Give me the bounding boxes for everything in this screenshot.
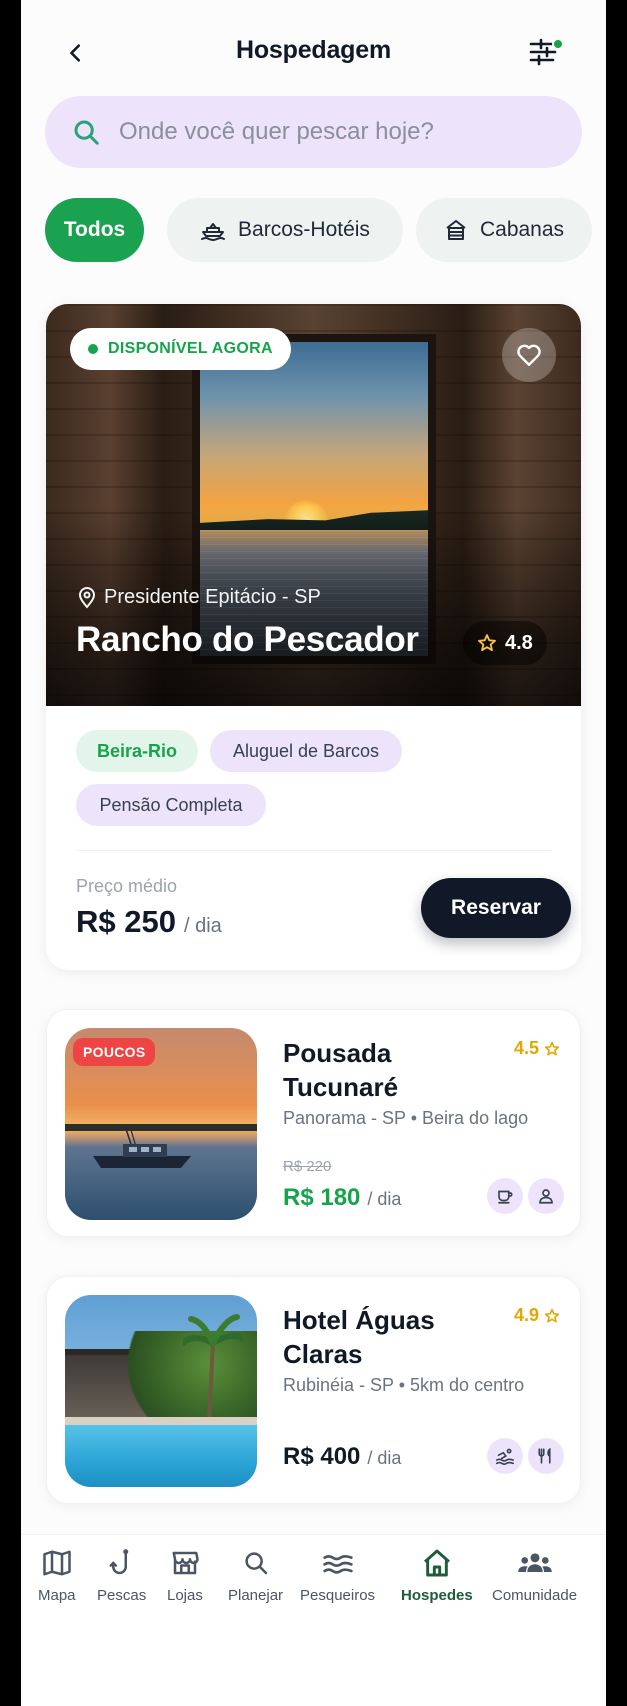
- rating-value: 4.8: [505, 631, 533, 654]
- nav-label: Lojas: [167, 1587, 203, 1604]
- amenity-guest: [528, 1178, 564, 1214]
- price-unit: / dia: [183, 915, 222, 937]
- nav-item-pesqueiros[interactable]: Pesqueiros: [300, 1547, 375, 1604]
- listing-name: Pousada Tucunaré: [283, 1038, 399, 1102]
- listing-location: Rubinéia - SP • 5km do centro: [283, 1375, 525, 1395]
- chip-label: Cabanas: [479, 218, 565, 241]
- location-pin-icon: [78, 586, 96, 609]
- nav-item-lojas[interactable]: Lojas: [167, 1547, 203, 1604]
- price-value: R$ 250: [76, 904, 176, 939]
- location-text: Presidente Epitácio - SP: [104, 586, 321, 608]
- restaurant-icon: [538, 1447, 551, 1464]
- listing-rating: 4.9: [514, 1305, 560, 1326]
- filter-active-indicator: [552, 38, 564, 50]
- availability-badge: DISPONÍVEL AGORA: [70, 328, 291, 370]
- price-label: Preço médio: [76, 876, 178, 896]
- fishhook-icon: [109, 1549, 128, 1575]
- listing-price: R$ 180 / dia: [283, 1184, 401, 1212]
- favorite-button[interactable]: [502, 328, 556, 382]
- user-icon: [539, 1189, 553, 1204]
- nav-label: Pesqueiros: [300, 1587, 376, 1604]
- reserve-button[interactable]: Reservar: [421, 878, 571, 938]
- header: Hospedagem: [21, 0, 606, 96]
- availability-text: DISPONÍVEL AGORA: [108, 340, 273, 357]
- pool-icon: [496, 1448, 515, 1465]
- listing-card[interactable]: Hotel Águas Claras 4.9 Rubinéia - SP • 5…: [46, 1276, 581, 1504]
- featured-name: Rancho do Pescador: [76, 620, 419, 659]
- nav-item-planejar[interactable]: Planejar: [228, 1547, 283, 1604]
- community-icon: [517, 1553, 552, 1572]
- listing-location: Panorama - SP • Beira do lago: [283, 1108, 529, 1128]
- chip-barcos-hoteis[interactable]: Barcos-Hotéis: [167, 198, 403, 262]
- status-dot: [88, 344, 98, 354]
- listing-name: Hotel Águas Claras: [283, 1305, 435, 1369]
- bottom-navigation: Mapa Pescas Lojas Planejar Pesqueiros Ho…: [21, 1534, 606, 1706]
- featured-listing-card[interactable]: DISPONÍVEL AGORA Presidente Epitácio - S…: [46, 304, 581, 970]
- search-icon: [244, 1552, 267, 1575]
- store-icon: [172, 1551, 199, 1575]
- cabin-icon: [446, 220, 466, 240]
- amenity-restaurant: [528, 1438, 564, 1474]
- star-icon: [478, 634, 496, 652]
- page-title: Hospedagem: [236, 36, 391, 64]
- divider: [76, 850, 551, 851]
- price-value: R$ 400: [283, 1443, 361, 1470]
- chip-cabanas[interactable]: Cabanas: [416, 198, 592, 262]
- listing-image: POUCOS: [65, 1028, 257, 1220]
- listing-card[interactable]: POUCOS Pousada Tucunaré 4.5 Panorama - S…: [46, 1009, 581, 1237]
- star-icon: [544, 1041, 560, 1056]
- tag: Aluguel de Barcos: [210, 730, 402, 772]
- price-value: R$ 180: [283, 1184, 361, 1211]
- listing-rating: 4.5: [514, 1038, 560, 1059]
- chip-label: Todos: [63, 218, 126, 241]
- nav-item-comunidade[interactable]: Comunidade: [492, 1547, 577, 1604]
- listing-image: [65, 1295, 257, 1487]
- featured-price: R$ 250 / dia: [76, 904, 222, 940]
- heart-icon: [517, 344, 541, 366]
- search-placeholder: Onde você quer pescar hoje?: [119, 118, 434, 145]
- search-icon: [74, 120, 99, 145]
- chip-todos[interactable]: Todos: [45, 198, 144, 262]
- listing-price: R$ 400 / dia: [283, 1443, 401, 1471]
- availability-badge: POUCOS: [73, 1038, 156, 1066]
- boat-icon: [201, 223, 226, 241]
- rating-value: 4.5: [513, 1038, 539, 1058]
- coffee-icon: [498, 1190, 513, 1204]
- nav-label: Planejar: [228, 1587, 284, 1604]
- map-icon: [43, 1550, 71, 1576]
- search-input[interactable]: Onde você quer pescar hoje?: [45, 96, 582, 168]
- featured-rating: 4.8: [463, 621, 547, 665]
- amenity-coffee: [487, 1178, 523, 1214]
- listing-old-price: R$ 220: [283, 1158, 332, 1175]
- nav-label: Mapa: [38, 1587, 76, 1604]
- home-icon: [423, 1549, 450, 1577]
- chip-label: Barcos-Hotéis: [238, 218, 370, 241]
- rating-value: 4.9: [513, 1305, 539, 1325]
- tag: Pensão Completa: [76, 784, 266, 826]
- tag: Beira-Rio: [76, 730, 198, 772]
- amenity-pool: [487, 1438, 523, 1474]
- nav-item-hospedes[interactable]: Hospedes: [401, 1547, 473, 1604]
- price-unit: / dia: [367, 1189, 402, 1209]
- featured-image: DISPONÍVEL AGORA Presidente Epitácio - S…: [46, 304, 581, 706]
- star-icon: [544, 1308, 560, 1323]
- featured-location: Presidente Epitácio - SP: [78, 586, 321, 609]
- nav-label: Comunidade: [492, 1587, 578, 1604]
- app-screen: Hospedagem Onde você quer pescar hoje? T…: [21, 0, 606, 1706]
- nav-item-mapa[interactable]: Mapa: [38, 1547, 76, 1604]
- waves-icon: [322, 1555, 353, 1574]
- nav-label: Hospedes: [401, 1587, 473, 1604]
- nav-item-pescas[interactable]: Pescas: [97, 1547, 146, 1604]
- price-unit: / dia: [367, 1448, 402, 1468]
- nav-label: Pescas: [97, 1587, 147, 1604]
